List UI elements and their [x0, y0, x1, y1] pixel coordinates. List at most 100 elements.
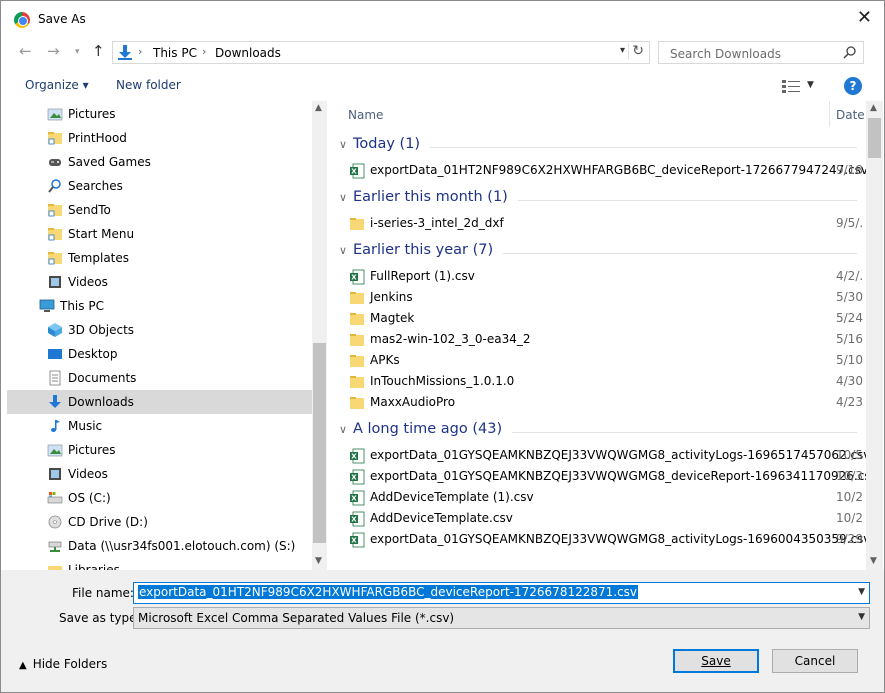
- nav-item[interactable]: Data (\\usr34fs001.elotouch.com) (S:): [7, 534, 312, 558]
- column-date[interactable]: Date: [836, 108, 865, 122]
- file-name: exportData_01GYSQEAMKNBZQEJ33VWQWGMG8_de…: [370, 469, 866, 483]
- libraries-icon: [47, 562, 63, 570]
- group-header[interactable]: ∨ Earlier this month (1): [337, 188, 857, 210]
- column-header: Name Date: [333, 101, 866, 129]
- nav-item[interactable]: Videos: [7, 270, 312, 294]
- nav-item[interactable]: Templates: [7, 246, 312, 270]
- nav-item[interactable]: Saved Games: [7, 150, 312, 174]
- nav-item[interactable]: This PC: [7, 294, 312, 318]
- file-list: Name Date ∨ Today (1) XexportData_01HT2NF9…: [333, 101, 866, 570]
- file-row[interactable]: Jenkins 5/30: [333, 287, 866, 308]
- file-row[interactable]: XexportData_01GYSQEAMKNBZQEJ33VWQWGMG8_a…: [333, 445, 866, 466]
- save-as-type-select[interactable]: Microsoft Excel Comma Separated Values F…: [133, 607, 870, 629]
- file-row[interactable]: InTouchMissions_1.0.1.0 4/30: [333, 371, 866, 392]
- hide-folders-button[interactable]: ▲ Hide Folders: [19, 657, 107, 671]
- nav-item[interactable]: PrintHood: [7, 126, 312, 150]
- organize-button[interactable]: Organize ▾: [25, 78, 89, 92]
- file-row[interactable]: XexportData_01HT2NF989C6X2HXWHFARGB6BC_d…: [333, 160, 866, 181]
- new-folder-button[interactable]: New folder: [116, 78, 181, 92]
- scroll-down-icon[interactable]: ▼: [870, 556, 877, 566]
- group-header[interactable]: ∨ Earlier this year (7): [337, 241, 857, 263]
- nav-item[interactable]: Desktop: [7, 342, 312, 366]
- scroll-up-icon[interactable]: ▲: [315, 103, 322, 113]
- nav-item[interactable]: Videos: [7, 462, 312, 486]
- file-row[interactable]: APKs 5/10: [333, 350, 866, 371]
- file-row[interactable]: X AddDeviceTemplate (1).csv 10/2: [333, 487, 866, 508]
- close-button[interactable]: ✕: [857, 7, 872, 28]
- scroll-thumb[interactable]: [868, 118, 881, 158]
- svg-text:X: X: [351, 495, 357, 503]
- navigation-scrollbar[interactable]: ▲ ▼: [312, 101, 327, 570]
- file-list-scrollbar[interactable]: ▲ ▼: [866, 101, 883, 570]
- downloads-icon: [118, 45, 132, 60]
- nav-item[interactable]: Downloads: [7, 390, 312, 414]
- scroll-thumb[interactable]: [313, 343, 326, 543]
- view-options-icon[interactable]: [782, 79, 800, 93]
- nav-item[interactable]: OS (C:): [7, 486, 312, 510]
- nav-item[interactable]: CD Drive (D:): [7, 510, 312, 534]
- group-header[interactable]: ∨ Today (1): [337, 135, 857, 157]
- file-name-value[interactable]: exportData_01HT2NF989C6X2HXWHFARGB6BC_de…: [138, 585, 639, 599]
- save-as-type-dropdown-icon[interactable]: ▼: [858, 612, 865, 622]
- nav-item[interactable]: Libraries: [7, 558, 312, 570]
- window-title: Save As: [38, 12, 86, 26]
- chevron-down-icon[interactable]: ∨: [339, 138, 347, 151]
- nav-item-label: Music: [68, 419, 103, 433]
- breadcrumb-this-pc[interactable]: This PC: [153, 46, 197, 60]
- breadcrumb-downloads[interactable]: Downloads: [215, 46, 281, 60]
- chevron-down-icon[interactable]: ∨: [339, 423, 347, 436]
- nav-item[interactable]: Music: [7, 414, 312, 438]
- group-header[interactable]: ∨ A long time ago (43): [337, 420, 857, 442]
- forward-arrow-icon[interactable]: →: [47, 42, 60, 60]
- save-button[interactable]: Save: [673, 649, 759, 673]
- folder-icon: [349, 216, 365, 232]
- nav-item-label: Videos: [68, 275, 108, 289]
- up-arrow-icon[interactable]: ↑: [92, 42, 105, 60]
- nav-item-label: 3D Objects: [68, 323, 135, 337]
- file-row[interactable]: X AddDeviceTemplate.csv 10/2: [333, 508, 866, 529]
- group-title: Earlier this year (7): [353, 242, 494, 258]
- chevron-down-icon[interactable]: ∨: [339, 191, 347, 204]
- nav-item[interactable]: SendTo: [7, 198, 312, 222]
- saved-games-icon: [47, 154, 63, 170]
- file-row[interactable]: XexportData_01GYSQEAMKNBZQEJ33VWQWGMG8_a…: [333, 529, 866, 550]
- nav-item[interactable]: Documents: [7, 366, 312, 390]
- view-dropdown-icon[interactable]: ▼: [807, 80, 814, 90]
- this-pc-icon: [39, 298, 55, 314]
- cancel-button[interactable]: Cancel: [772, 649, 858, 673]
- file-row[interactable]: Magtek 5/24: [333, 308, 866, 329]
- refresh-icon[interactable]: ↻: [628, 43, 644, 59]
- chevron-down-icon[interactable]: ∨: [339, 244, 347, 257]
- nav-item-label: Saved Games: [68, 155, 151, 169]
- file-date: 5/24: [836, 311, 863, 325]
- folder-icon: [349, 395, 365, 411]
- address-bar[interactable]: › This PC › Downloads ▾ ↻: [112, 41, 650, 64]
- scroll-down-icon[interactable]: ▼: [315, 556, 322, 566]
- file-row[interactable]: mas2-win-102_3_0-ea34_2 5/16: [333, 329, 866, 350]
- address-dropdown-icon[interactable]: ▾: [620, 45, 625, 56]
- scroll-up-icon[interactable]: ▲: [870, 103, 877, 113]
- nav-item[interactable]: 3D Objects: [7, 318, 312, 342]
- group-title: Today (1): [353, 136, 421, 152]
- file-row[interactable]: XexportData_01GYSQEAMKNBZQEJ33VWQWGMG8_d…: [333, 466, 866, 487]
- recent-chevron-icon[interactable]: ▾: [75, 47, 80, 57]
- search-input[interactable]: Search Downloads: [658, 41, 864, 64]
- column-name[interactable]: Name: [348, 108, 383, 122]
- file-row[interactable]: MaxxAudioPro 4/23: [333, 392, 866, 413]
- nav-item[interactable]: Pictures: [7, 438, 312, 462]
- column-divider[interactable]: [829, 101, 830, 127]
- svg-text:X: X: [351, 168, 357, 176]
- os-drive-icon: [47, 490, 63, 506]
- csv-file-icon: X: [349, 448, 365, 464]
- nav-item[interactable]: Searches: [7, 174, 312, 198]
- file-name-dropdown-icon[interactable]: ▼: [858, 587, 865, 597]
- nav-item[interactable]: Pictures: [7, 102, 312, 126]
- file-name-input[interactable]: exportData_01HT2NF989C6X2HXWHFARGB6BC_de…: [133, 582, 870, 604]
- file-row[interactable]: X FullReport (1).csv 4/2/.: [333, 266, 866, 287]
- group-title: A long time ago (43): [353, 421, 503, 437]
- back-arrow-icon[interactable]: ←: [19, 42, 32, 60]
- nav-item[interactable]: Start Menu: [7, 222, 312, 246]
- folder-icon: [349, 374, 365, 390]
- file-row[interactable]: i-series-3_intel_2d_dxf 9/5/.: [333, 213, 866, 234]
- help-icon[interactable]: ?: [844, 77, 862, 95]
